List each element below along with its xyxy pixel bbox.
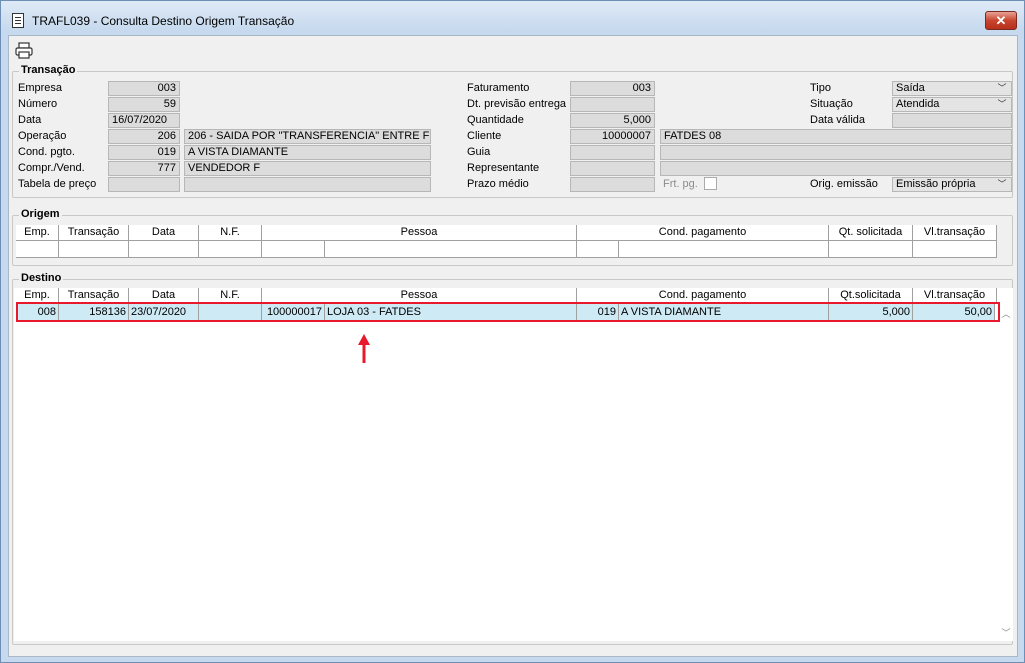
- tabela-preco-code-field[interactable]: [108, 177, 180, 192]
- dt-previsao-label: Dt. previsão entrega: [467, 98, 567, 110]
- destino-legend: Destino: [19, 272, 64, 284]
- tipo-value: Saída: [896, 82, 925, 94]
- destino-col-nf[interactable]: N.F.: [199, 288, 262, 304]
- toolbar: [9, 36, 1017, 64]
- destino-cell-vl: 50,00: [913, 304, 995, 321]
- origem-col-transacao[interactable]: Transação: [59, 225, 129, 241]
- chevron-down-icon: ﹀: [997, 99, 1007, 109]
- origem-col-pessoa[interactable]: Pessoa: [262, 225, 577, 241]
- orig-emissao-label: Orig. emissão: [810, 178, 878, 190]
- destino-cell-data: 23/07/2020: [129, 304, 199, 321]
- cliente-desc-field: FATDES 08: [660, 129, 1012, 144]
- faturamento-field[interactable]: 003: [570, 81, 655, 96]
- compr-vend-desc-field: VENDEDOR F: [184, 161, 431, 176]
- cond-pgto-code-field[interactable]: 019: [108, 145, 180, 160]
- destino-cell-transacao: 158136: [59, 304, 129, 321]
- data-valida-label: Data válida: [810, 114, 866, 126]
- prazo-medio-field[interactable]: [570, 177, 655, 192]
- origem-legend: Origem: [19, 208, 62, 220]
- tipo-label: Tipo: [810, 82, 831, 94]
- data-label: Data: [18, 114, 42, 126]
- empresa-field[interactable]: 003: [108, 81, 180, 96]
- chevron-down-icon: ﹀: [997, 83, 1007, 93]
- tabela-preco-label: Tabela de preço: [18, 178, 97, 190]
- origem-col-emp[interactable]: Emp.: [16, 225, 59, 241]
- prazo-medio-label: Prazo médio: [467, 178, 529, 190]
- representante-code-field[interactable]: [570, 161, 655, 176]
- quantidade-label: Quantidade: [467, 114, 524, 126]
- data-field[interactable]: 16/07/2020: [108, 113, 180, 128]
- origem-col-vl[interactable]: Vl.transação: [913, 225, 997, 241]
- situacao-value: Atendida: [896, 98, 940, 110]
- frt-pg-label: Frt. pg.: [663, 178, 698, 190]
- numero-field[interactable]: 59: [108, 97, 180, 112]
- orig-emissao-select[interactable]: Emissão própria ﹀: [892, 177, 1012, 192]
- destino-cell-qt: 5,000: [829, 304, 913, 321]
- operacao-code-field[interactable]: 206: [108, 129, 180, 144]
- destino-cell-emp: 008: [18, 304, 59, 321]
- representante-label: Representante: [467, 162, 540, 174]
- destino-cell-nf: [199, 304, 262, 321]
- origem-grid-header: Emp. Transação Data N.F. Pessoa Cond. pa…: [16, 225, 997, 241]
- window-title: TRAFL039 - Consulta Destino Origem Trans…: [32, 14, 295, 28]
- numero-label: Número: [18, 98, 58, 110]
- frt-pg-checkbox[interactable]: [704, 177, 717, 190]
- destino-col-qt[interactable]: Qt.solicitada: [829, 288, 913, 304]
- dt-previsao-field[interactable]: [570, 97, 655, 112]
- scroll-up-icon[interactable]: ︿: [999, 307, 1013, 319]
- destino-col-transacao[interactable]: Transação: [59, 288, 129, 304]
- destino-grid-header: Emp. Transação Data N.F. Pessoa Cond. pa…: [16, 288, 997, 304]
- destino-cell-pessoa-code: 100000017: [262, 304, 325, 321]
- faturamento-label: Faturamento: [467, 82, 530, 94]
- tipo-select[interactable]: Saída ﹀: [892, 81, 1012, 96]
- origem-col-qt[interactable]: Qt. solicitada: [829, 225, 913, 241]
- guia-desc-field: [660, 145, 1012, 160]
- destino-col-emp[interactable]: Emp.: [16, 288, 59, 304]
- compr-vend-label: Compr./Vend.: [18, 162, 85, 174]
- origem-col-data[interactable]: Data: [129, 225, 199, 241]
- guia-code-field[interactable]: [570, 145, 655, 160]
- situacao-select[interactable]: Atendida ﹀: [892, 97, 1012, 112]
- cond-pgto-label: Cond. pgto.: [18, 146, 75, 158]
- close-button[interactable]: ✕: [985, 11, 1017, 30]
- client-area: Transação Empresa 003 Número 59 Data 16/…: [8, 35, 1018, 657]
- destino-col-pessoa[interactable]: Pessoa: [262, 288, 577, 304]
- cond-pgto-desc-field: A VISTA DIAMANTE: [184, 145, 431, 160]
- title-bar: TRAFL039 - Consulta Destino Origem Trans…: [1, 1, 1024, 35]
- destino-cell-cond-name: A VISTA DIAMANTE: [619, 304, 829, 321]
- destino-col-cond[interactable]: Cond. pagamento: [577, 288, 829, 304]
- cliente-label: Cliente: [467, 130, 502, 142]
- destino-cell-pessoa-name: LOJA 03 - FATDES: [325, 304, 577, 321]
- destino-col-vl[interactable]: Vl.transação: [913, 288, 997, 304]
- operacao-desc-field: 206 - SAIDA POR "TRANSFERENCIA" ENTRE FI…: [184, 129, 431, 144]
- destino-col-data[interactable]: Data: [129, 288, 199, 304]
- origem-empty-row[interactable]: [16, 241, 997, 258]
- scroll-down-icon[interactable]: ﹀: [999, 626, 1013, 638]
- empresa-label: Empresa: [18, 82, 63, 94]
- arrow-up-icon: [358, 334, 370, 363]
- table-row[interactable]: 008 158136 23/07/2020 100000017 LOJA 03 …: [18, 304, 995, 321]
- representante-desc-field: [660, 161, 1012, 176]
- situacao-label: Situação: [810, 98, 853, 110]
- destino-grid-area[interactable]: [14, 288, 1013, 641]
- print-icon[interactable]: [15, 42, 33, 59]
- cliente-code-field[interactable]: 10000007: [570, 129, 655, 144]
- guia-label: Guia: [467, 146, 491, 158]
- tabela-preco-desc-field: [184, 177, 431, 192]
- orig-emissao-value: Emissão própria: [896, 178, 976, 190]
- document-icon: [12, 13, 24, 28]
- data-valida-field[interactable]: [892, 113, 1012, 128]
- quantidade-field[interactable]: 5,000: [570, 113, 655, 128]
- origem-col-nf[interactable]: N.F.: [199, 225, 262, 241]
- operacao-label: Operação: [18, 130, 67, 142]
- application-window: TRAFL039 - Consulta Destino Origem Trans…: [0, 0, 1025, 663]
- destino-cell-cond-code: 019: [577, 304, 619, 321]
- origem-group: Origem Emp. Transação Data N.F. Pessoa C…: [12, 208, 1013, 266]
- transacao-group: Transação Empresa 003 Número 59 Data 16/…: [12, 64, 1013, 198]
- compr-vend-code-field[interactable]: 777: [108, 161, 180, 176]
- chevron-down-icon: ﹀: [997, 179, 1007, 189]
- transacao-legend: Transação: [19, 64, 78, 76]
- origem-col-cond[interactable]: Cond. pagamento: [577, 225, 829, 241]
